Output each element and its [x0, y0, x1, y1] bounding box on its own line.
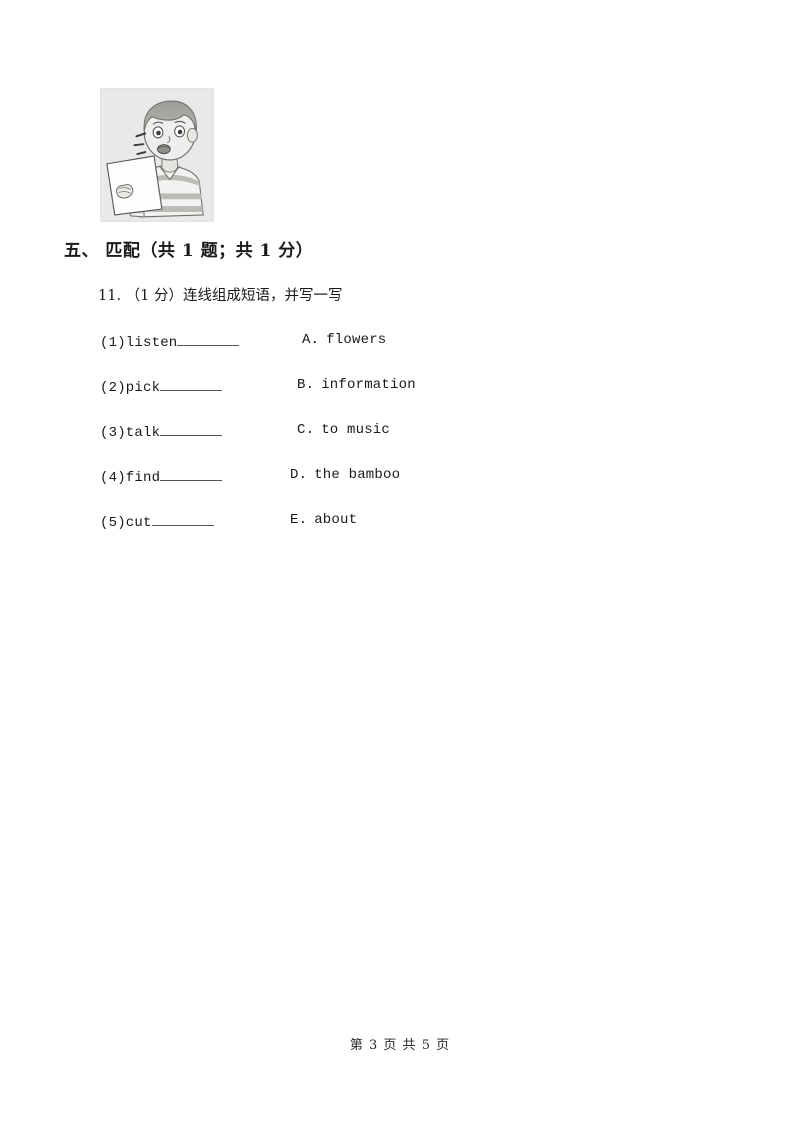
- match-right-option-a[interactable]: A. flowers: [302, 332, 386, 348]
- answer-blank[interactable]: [160, 467, 223, 481]
- match-right-option-d[interactable]: D. the bamboo: [290, 467, 400, 483]
- match-left-label: (4)find: [100, 470, 161, 486]
- match-row: (4)find D. the bamboo: [0, 467, 800, 512]
- illustration-boy-reading-aloud: [100, 88, 214, 222]
- option-text: about: [314, 512, 358, 528]
- option-text: the bamboo: [314, 467, 401, 483]
- option-text: to music: [321, 422, 391, 438]
- match-left-item-2[interactable]: (2)pick: [100, 377, 223, 396]
- option-letter: A.: [302, 332, 320, 348]
- match-left-label: (5)cut: [100, 515, 152, 531]
- match-right-option-b[interactable]: B. information: [297, 377, 416, 393]
- match-left-label: (2)pick: [100, 380, 161, 396]
- page-footer: 第 3 页 共 5 页: [349, 1038, 451, 1053]
- option-letter: D.: [290, 467, 308, 483]
- match-left-item-4[interactable]: (4)find: [100, 467, 223, 486]
- answer-blank[interactable]: [151, 512, 214, 526]
- question-stem: 11. （1 分）连线组成短语，并写一写: [98, 288, 343, 304]
- matching-exercise: (1)listen A. flowers (2)pick B. informatio…: [0, 332, 800, 557]
- match-left-label: (3)talk: [100, 425, 161, 441]
- match-left-item-3[interactable]: (3)talk: [100, 422, 223, 441]
- answer-blank[interactable]: [160, 377, 223, 391]
- section-heading: 五、 匹配（共 1 题；共 1 分）: [64, 241, 314, 261]
- match-left-item-1[interactable]: (1)listen: [100, 332, 240, 351]
- match-right-option-c[interactable]: C. to music: [297, 422, 390, 438]
- match-row: (5)cut E. about: [0, 512, 800, 557]
- option-letter: C.: [297, 422, 315, 438]
- option-letter: B.: [297, 377, 315, 393]
- match-row: (1)listen A. flowers: [0, 332, 800, 377]
- match-row: (3)talk C. to music: [0, 422, 800, 467]
- boy-reading-aloud-icon: [101, 89, 213, 221]
- match-left-label: (1)listen: [100, 335, 178, 351]
- match-right-option-e[interactable]: E. about: [290, 512, 357, 528]
- option-text: information: [321, 377, 416, 393]
- option-letter: E.: [290, 512, 308, 528]
- option-text: flowers: [326, 332, 387, 348]
- answer-blank[interactable]: [177, 332, 240, 346]
- match-left-item-5[interactable]: (5)cut: [100, 512, 214, 531]
- answer-blank[interactable]: [160, 422, 223, 436]
- match-row: (2)pick B. information: [0, 377, 800, 422]
